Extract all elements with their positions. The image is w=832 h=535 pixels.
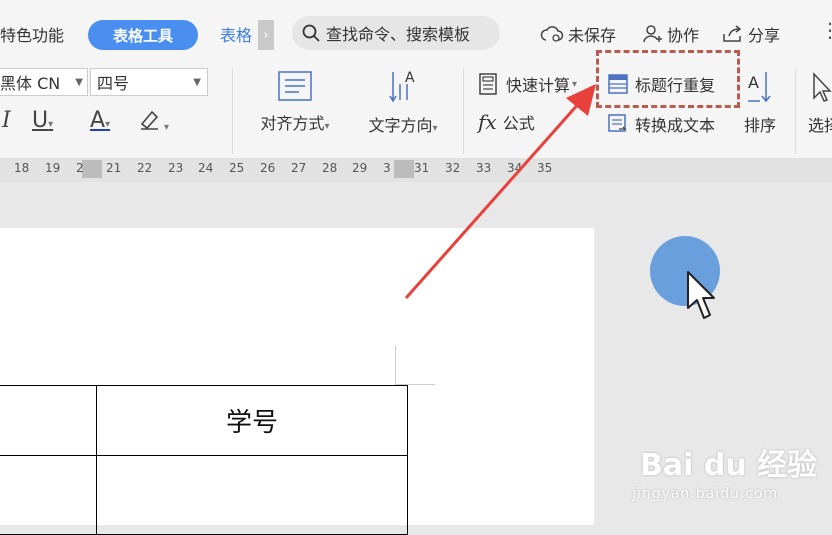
alignment-label: 对齐方式▾ — [260, 114, 330, 133]
svg-text:A: A — [405, 70, 415, 86]
ruler-tick: 27 — [291, 161, 307, 175]
table-cell[interactable] — [0, 455, 97, 535]
formula-label: 公式 — [502, 114, 535, 133]
quick-calc-label: 快速计算 — [506, 76, 571, 95]
user-add-icon — [643, 25, 662, 43]
alignment-button[interactable]: 对齐方式▾ — [250, 70, 340, 134]
ruler-tick: 31 — [414, 161, 430, 175]
tab-scroll-right-button[interactable]: › — [258, 20, 274, 50]
align-icon — [278, 71, 312, 101]
ruler-tick: 21 — [106, 161, 122, 175]
share-label: 分享 — [748, 26, 781, 45]
convert-text-icon — [608, 114, 627, 132]
ruler-tick: 25 — [229, 161, 245, 175]
ribbon-separator — [463, 68, 464, 154]
calculator-icon — [479, 73, 497, 95]
share-button[interactable]: 分享 — [722, 22, 780, 46]
text-direction-label: 文字方向▾ — [368, 116, 438, 135]
chevron-down-icon: ▼ — [193, 76, 201, 88]
italic-icon[interactable]: I — [2, 108, 11, 133]
sort-label: 排序 — [743, 116, 776, 135]
ruler-column-marker[interactable] — [82, 160, 102, 178]
select-cursor-icon — [813, 72, 832, 102]
tab-special-features[interactable]: 特色功能 — [0, 22, 64, 46]
horizontal-ruler: 18 19 2 21 22 23 24 25 26 27 28 29 3 31 … — [0, 158, 832, 182]
quick-calc-button[interactable]: 快速计算 ▾ — [478, 72, 577, 96]
search-input[interactable]: 查找命令、搜索模板 — [292, 16, 500, 50]
ruler-tick: 35 — [537, 161, 553, 175]
formula-button[interactable]: fx 公式 — [478, 110, 535, 134]
fx-icon: fx — [478, 110, 497, 134]
text-direction-icon: A — [389, 70, 415, 103]
convert-to-text-button[interactable]: 转换成文本 — [607, 112, 715, 136]
ruler-tick: 22 — [137, 161, 153, 175]
svg-text:A: A — [748, 73, 759, 92]
table-header-cell[interactable]: 学号 — [96, 385, 408, 456]
search-placeholder: 查找命令、搜索模板 — [326, 25, 471, 44]
ruler-tick: 2 — [76, 161, 84, 175]
highlighter-icon — [140, 110, 159, 130]
font-size-select[interactable]: 四号 ▼ — [90, 68, 208, 96]
collaborate-button[interactable]: 协作 — [643, 22, 699, 46]
tab-table-style[interactable]: 表格 — [220, 22, 252, 46]
document-table[interactable]: 学号 — [0, 385, 408, 535]
ruler-tick: 18 — [14, 161, 30, 175]
share-icon — [723, 25, 742, 42]
ruler-tick: 24 — [198, 161, 214, 175]
ruler-tick: 34 — [507, 161, 523, 175]
watermark-brand: Bai du 经验 — [640, 448, 818, 483]
cloud-sync-icon — [540, 26, 564, 42]
collaborate-label: 协作 — [667, 26, 700, 45]
unsaved-label: 未保存 — [568, 26, 617, 45]
select-label: 选择 — [808, 116, 832, 135]
ruler-column-marker[interactable] — [394, 160, 414, 178]
underline-icon[interactable]: U▾ — [32, 108, 53, 133]
ruler-tick: 23 — [168, 161, 184, 175]
ruler-tick: 19 — [45, 161, 61, 175]
more-options-icon[interactable]: ⋮ — [820, 18, 832, 42]
ribbon-separator — [232, 68, 233, 154]
table-cell[interactable] — [0, 385, 97, 456]
sort-button[interactable]: A 排序 — [742, 70, 778, 136]
page-margin-corner-mark — [395, 346, 396, 386]
watermark-url: jingyan.baidu.com — [632, 486, 779, 502]
text-direction-button[interactable]: A 文字方向▾ — [358, 70, 448, 136]
chevron-down-icon: ▼ — [75, 76, 83, 88]
table-cell[interactable] — [96, 455, 408, 535]
ruler-tick: 32 — [445, 161, 461, 175]
ruler-tick: 29 — [352, 161, 368, 175]
sort-icon: A — [748, 72, 771, 103]
select-button[interactable]: 选择 — [808, 70, 832, 136]
baidu-watermark: Bai du 经验 jingyan.baidu.com — [632, 440, 818, 502]
ribbon-separator — [795, 68, 796, 154]
convert-to-text-label: 转换成文本 — [635, 116, 716, 135]
font-size-value: 四号 — [97, 74, 130, 93]
chevron-down-icon: ▾ — [572, 78, 578, 90]
ruler-tick: 33 — [476, 161, 492, 175]
font-color-icon[interactable]: A▾ — [90, 108, 110, 133]
table-header-text: 学号 — [225, 408, 278, 438]
ruler-tick: 26 — [260, 161, 276, 175]
mouse-pointer-icon — [687, 271, 715, 319]
font-family-value: 黑体 CN — [0, 74, 61, 93]
tab-table-tools[interactable]: 表格工具 — [88, 20, 198, 50]
search-icon — [302, 24, 320, 42]
annotation-highlight-box — [596, 50, 740, 108]
highlight-icon[interactable]: ▾ — [138, 108, 169, 136]
ruler-tick: 3 — [383, 161, 391, 175]
unsaved-button[interactable]: 未保存 — [540, 22, 616, 46]
font-family-select[interactable]: 黑体 CN ▼ — [0, 68, 88, 96]
ruler-tick: 28 — [322, 161, 338, 175]
